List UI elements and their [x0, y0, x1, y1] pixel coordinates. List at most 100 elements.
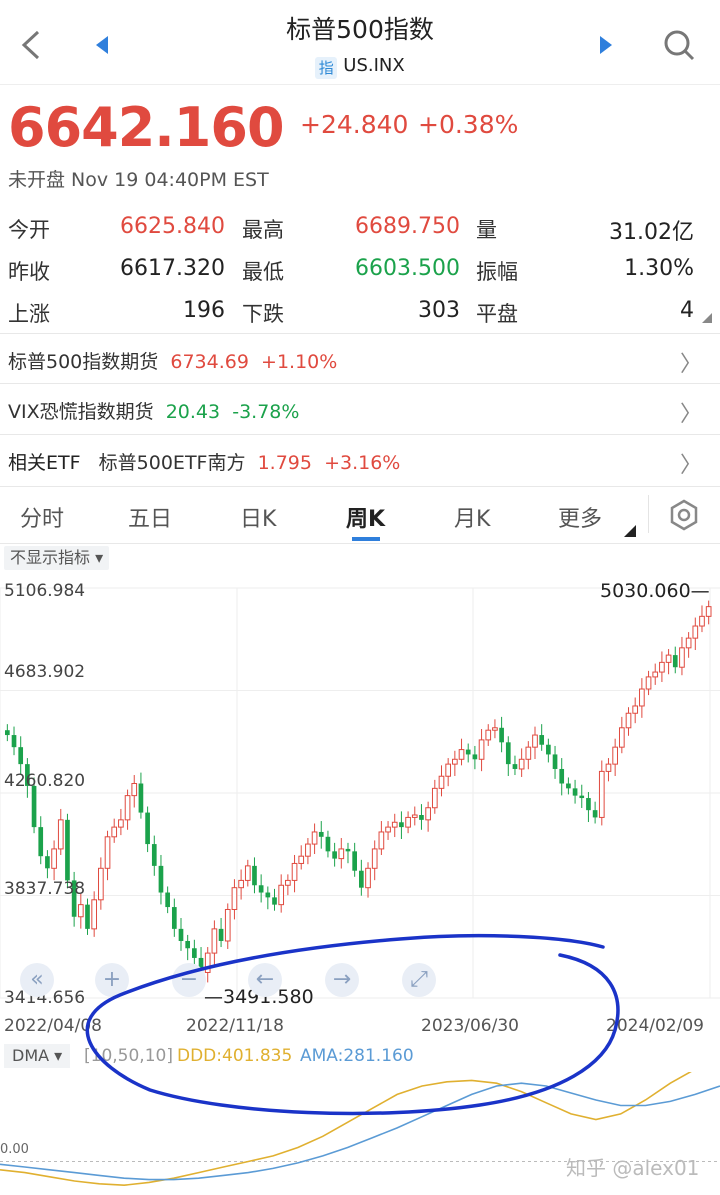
tab-more[interactable]: 更多 [558, 501, 602, 533]
candle-body [291, 862, 298, 881]
candle-body [685, 637, 692, 649]
candle-body [138, 783, 144, 813]
candle-body [244, 865, 251, 881]
candle-body [365, 867, 371, 889]
candle-body [325, 836, 331, 852]
candle-body [559, 768, 565, 784]
candle-body [378, 831, 385, 850]
candle-body [298, 855, 305, 864]
settings-icon[interactable] [668, 499, 700, 531]
candle-body [652, 671, 659, 678]
candle-body [111, 826, 118, 838]
vix-row[interactable]: VIX恐慌指数期货 20.43 -3.78% 〉 [0, 383, 720, 434]
chevron-right-icon: 〉 [679, 453, 702, 478]
candle-body [131, 783, 138, 797]
down-count: 303 [418, 298, 460, 323]
candle-body [699, 615, 705, 627]
chart-tabs: 分时 五日 日K 周K 月K 更多 [0, 486, 720, 544]
tab-intraday[interactable]: 分时 [20, 501, 64, 533]
volume-label: 量 [476, 218, 497, 242]
vix-pct: -3.78% [232, 401, 300, 423]
candle-body [124, 795, 131, 821]
candle-body [165, 892, 170, 908]
candle-body [405, 816, 411, 828]
tab-monthly-k[interactable]: 月K [454, 501, 490, 533]
candle-body [586, 798, 591, 811]
etf-label: 相关ETF [8, 452, 81, 474]
down-label: 下跌 [242, 302, 284, 326]
candle-body [512, 764, 518, 769]
futures-value: 6734.69 [170, 351, 249, 373]
candle-body [566, 783, 571, 789]
candle-body [272, 897, 277, 905]
candle-body [18, 747, 24, 765]
candle-body [431, 787, 438, 809]
header: 标普500指数 指 US.INX [0, 0, 720, 84]
futures-row[interactable]: 标普500指数期货 6734.69 +1.10% 〉 [0, 333, 720, 384]
etf-value: 1.795 [257, 452, 312, 474]
open-label: 今开 [8, 218, 50, 242]
high-value: 6689.750 [355, 214, 460, 239]
tab-weekly-k[interactable]: 周K [346, 501, 385, 533]
candle-body [692, 625, 699, 639]
candle-body [98, 867, 104, 901]
candle-body [539, 735, 545, 745]
up-count: 196 [183, 298, 225, 323]
candle-body [452, 758, 458, 765]
candle-body [45, 856, 50, 869]
candle-body [672, 655, 678, 668]
candle-body [579, 795, 585, 799]
etf-name: 标普500ETF南方 [98, 452, 246, 474]
candle-body [352, 851, 357, 871]
candle-body [552, 754, 558, 769]
candle-body [318, 831, 324, 837]
indicator-toggle[interactable]: 不显示指标 ▾ [4, 546, 110, 570]
low-value: 6603.500 [355, 256, 460, 281]
candle-body [399, 822, 404, 828]
y-tick-label: 4683.902 [4, 662, 86, 682]
candle-body [38, 827, 44, 857]
candle-body [492, 727, 498, 731]
more-corner-icon [624, 525, 636, 537]
candle-body [618, 727, 625, 748]
candle-body [231, 887, 238, 910]
candle-body [445, 763, 452, 777]
max-price-label: 5030.060— [600, 580, 710, 602]
expand-corner-icon[interactable] [702, 313, 712, 323]
candle-body [391, 821, 398, 828]
volume-value: 31.02亿 [609, 220, 694, 245]
candle-body [151, 844, 157, 866]
candle-body [278, 884, 285, 906]
next-triangle-icon[interactable] [598, 35, 614, 55]
candle-body [285, 879, 291, 886]
candle-body [371, 848, 378, 869]
etf-row[interactable]: 相关ETF 标普500ETF南方 1.795 +3.16% 〉 [0, 434, 720, 485]
annotation-loop [85, 933, 620, 1116]
candle-body [472, 754, 478, 760]
candle-body [252, 865, 257, 886]
candle-body [145, 812, 150, 845]
candle-body [118, 819, 124, 828]
candle-body [238, 879, 244, 889]
dma-zero-label: 0.00 [0, 1142, 29, 1157]
candle-body [311, 831, 318, 845]
candle-body [665, 654, 672, 663]
low-label: 最低 [242, 260, 284, 284]
candle-body [158, 865, 164, 893]
prev-close-label: 昨收 [8, 260, 50, 284]
search-icon[interactable] [662, 28, 696, 62]
candle-body [625, 712, 632, 729]
candle-body [478, 739, 485, 760]
candle-body [419, 815, 424, 820]
candle-body [104, 836, 111, 869]
price-change-pct: +0.38% [418, 110, 519, 139]
flat-label: 平盘 [476, 302, 518, 326]
flat-count: 4 [680, 298, 694, 323]
tab-five-day[interactable]: 五日 [128, 501, 172, 533]
active-tab-underline [352, 537, 380, 541]
high-label: 最高 [242, 218, 284, 242]
candle-body [592, 810, 598, 818]
tab-daily-k[interactable]: 日K [240, 501, 276, 533]
candle-body [345, 848, 351, 852]
candle-body [332, 851, 337, 859]
